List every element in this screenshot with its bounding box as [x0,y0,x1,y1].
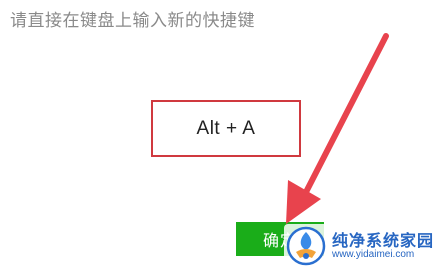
site-watermark: 纯净系统家园 www.yidaimei.com [283,224,440,268]
watermark-url: www.yidaimei.com [331,249,415,261]
shortcut-value: Alt + A [196,117,256,139]
watermark-title: 纯净系统家园 [331,230,434,250]
watermark-logo-icon [286,226,326,266]
instruction-text: 请直接在键盘上输入新的快捷键 [10,11,255,31]
shortcut-input-box[interactable]: Alt + A [151,100,301,157]
